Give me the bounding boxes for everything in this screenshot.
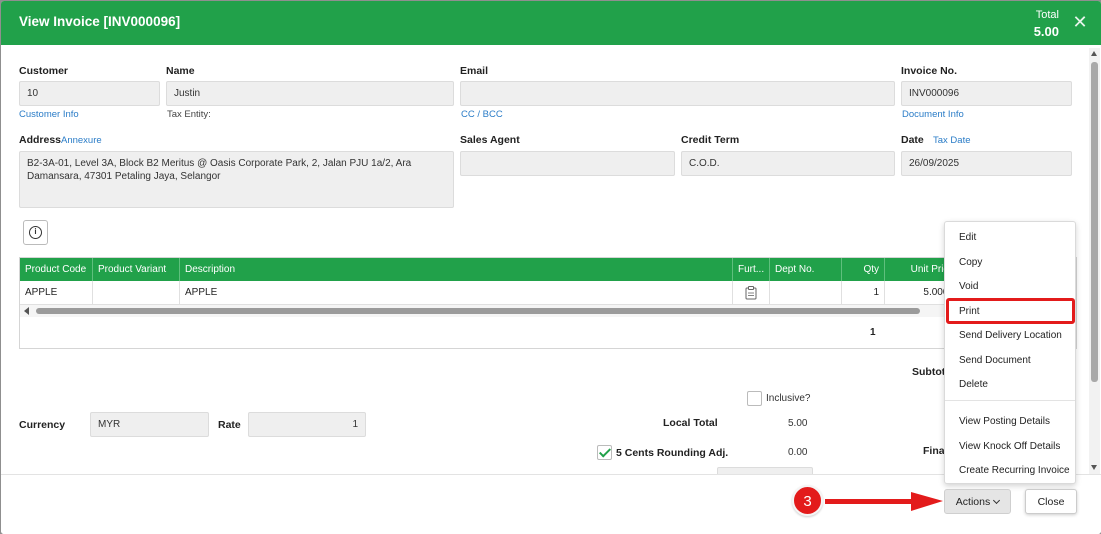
cell-product-code: APPLE [20,281,93,305]
modal-title: View Invoice [INV000096] [19,14,181,29]
customer-info-link[interactable]: Customer Info [19,109,79,120]
menu-item-create-recurring-invoice[interactable]: Create Recurring Invoice [945,460,1075,482]
menu-divider [945,400,1075,401]
name-field[interactable]: Justin [166,81,454,106]
close-button[interactable]: Close [1025,489,1077,514]
sales-agent-label: Sales Agent [460,134,520,146]
customer-field[interactable]: 10 [19,81,160,106]
cc-bcc-link[interactable]: CC / BCC [461,109,503,120]
inclusive-checkbox[interactable] [747,391,762,406]
email-label: Email [460,65,489,77]
col-description[interactable]: Description [180,258,733,281]
rate-label: Rate [218,419,241,431]
menu-item-view-posting-details[interactable]: View Posting Details [945,411,1075,433]
sales-agent-field[interactable] [460,151,675,176]
local-total-label: Local Total [663,417,718,429]
address-field[interactable]: B2-3A-01, Level 3A, Block B2 Meritus @ O… [19,151,454,208]
chevron-down-icon [993,496,1001,505]
step-badge: 3 [792,485,823,516]
grid-header: Product Code Product Variant Description… [20,258,1076,281]
info-button[interactable]: i [23,220,48,245]
clipboard-icon [745,286,757,300]
inclusive-label: Inclusive? [766,393,811,404]
total-value: 5.00 [1033,24,1059,39]
customer-label: Customer [19,65,69,77]
scroll-up-icon[interactable] [1091,51,1097,56]
vertical-scrollbar-thumb[interactable] [1091,62,1098,382]
cell-product-variant [93,281,180,305]
tax-entity-label: Tax Entity: [167,109,211,120]
print-highlight-box [946,298,1075,324]
annexure-link[interactable]: Annexure [61,135,102,146]
menu-item-send-delivery-location[interactable]: Send Delivery Location [945,325,1075,347]
close-icon[interactable]: ✕ [1071,13,1089,31]
rounding-label: 5 Cents Rounding Adj. [616,447,729,459]
col-dept-no[interactable]: Dept No. [770,258,842,281]
cell-dept-no [770,281,842,305]
rounding-checkbox[interactable] [597,445,612,460]
total-label: Total [1035,9,1059,21]
name-label: Name [166,65,195,77]
scrollbar-thumb[interactable] [36,308,920,314]
currency-label: Currency [19,419,66,431]
rate-field[interactable]: 1 [248,412,366,437]
info-icon: i [29,226,42,239]
total-qty: 1 [870,327,876,338]
cell-further[interactable] [733,281,770,305]
pointer-arrow-icon [825,492,943,511]
scroll-down-icon[interactable] [1091,465,1097,470]
address-label: Address [19,134,62,146]
horizontal-scrollbar[interactable] [20,305,1076,317]
invoice-modal: View Invoice [INV000096] Total 5.00 ✕ Cu… [1,1,1101,534]
cell-description: APPLE [180,281,733,305]
credit-term-field[interactable]: C.O.D. [681,151,895,176]
col-further[interactable]: Furt... [733,258,770,281]
col-qty[interactable]: Qty [842,258,885,281]
col-product-code[interactable]: Product Code [20,258,93,281]
date-field[interactable]: 26/09/2025 [901,151,1072,176]
rounding-value: 0.00 [788,447,808,458]
credit-term-label: Credit Term [681,134,740,146]
items-grid: Product Code Product Variant Description… [19,257,1077,349]
document-info-link[interactable]: Document Info [902,109,964,120]
date-label: Date [901,134,924,146]
col-product-variant[interactable]: Product Variant [93,258,180,281]
menu-item-copy[interactable]: Copy [945,252,1075,274]
actions-menu: Edit Copy Void Print Send Delivery Locat… [944,221,1076,484]
local-total-value: 5.00 [788,418,808,429]
menu-item-void[interactable]: Void [945,276,1075,298]
actions-button[interactable]: Actions [944,489,1011,514]
cell-qty: 1 [842,281,885,305]
menu-item-view-knock-off-details[interactable]: View Knock Off Details [945,436,1075,458]
vertical-scrollbar[interactable] [1089,48,1100,474]
menu-item-edit[interactable]: Edit [945,227,1075,249]
table-row[interactable]: APPLE APPLE 1 5.0000 [20,281,1076,305]
scroll-left-icon[interactable] [24,307,29,315]
invoice-no-label: Invoice No. [901,65,958,77]
menu-item-send-document[interactable]: Send Document [945,350,1075,372]
menu-item-delete[interactable]: Delete [945,374,1075,396]
invoice-no-field[interactable]: INV000096 [901,81,1072,106]
modal-header: View Invoice [INV000096] Total 5.00 ✕ [1,1,1101,45]
email-field[interactable] [460,81,895,106]
tax-date-link[interactable]: Tax Date [933,135,971,146]
currency-field[interactable]: MYR [90,412,209,437]
actions-button-label: Actions [955,496,991,508]
